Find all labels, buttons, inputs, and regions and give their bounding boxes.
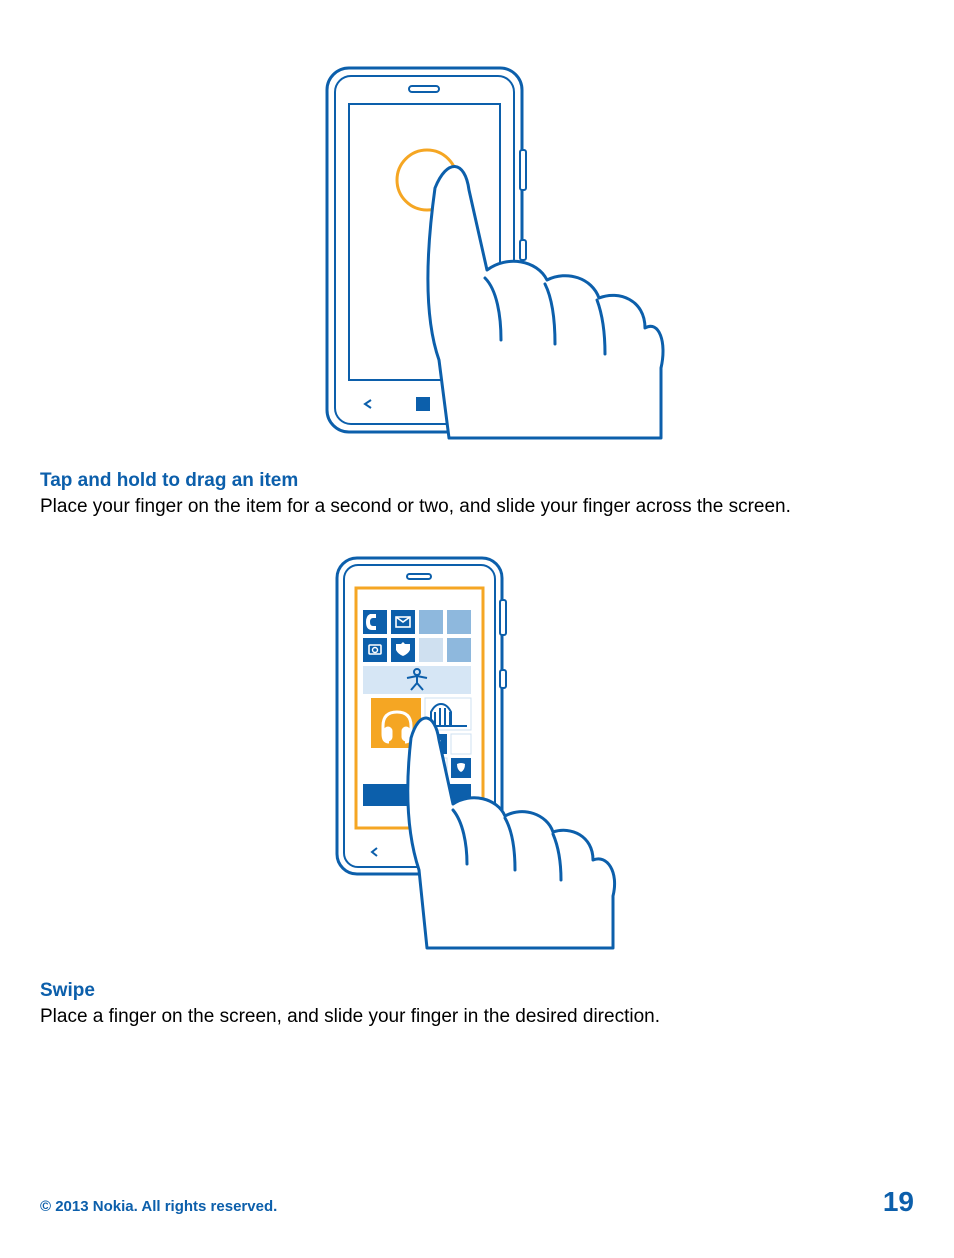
tap-hold-body: Place your finger on the item for a seco… <box>40 494 914 520</box>
copyright-text: © 2013 Nokia. All rights reserved. <box>40 1198 277 1215</box>
page-content: Tap and hold to drag an item Place your … <box>40 40 914 1029</box>
page-number: 19 <box>883 1186 914 1218</box>
tap-hold-heading: Tap and hold to drag an item <box>40 470 914 492</box>
illustration-tap-hold <box>40 60 914 440</box>
page-footer: © 2013 Nokia. All rights reserved. 19 <box>40 1186 914 1218</box>
phone-tap-hold-illustration <box>287 60 667 440</box>
document-page: Tap and hold to drag an item Place your … <box>0 0 954 1258</box>
phone-drag-illustration <box>307 550 647 950</box>
swipe-heading: Swipe <box>40 980 914 1002</box>
swipe-body: Place a finger on the screen, and slide … <box>40 1004 914 1030</box>
illustration-drag <box>40 550 914 950</box>
